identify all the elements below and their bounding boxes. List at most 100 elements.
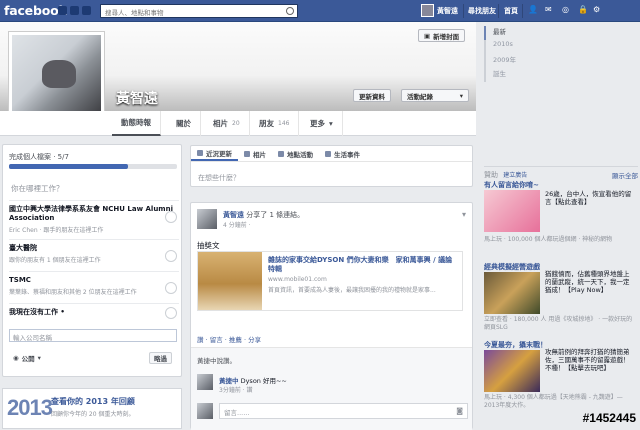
notification-icons	[58, 6, 91, 15]
post-time[interactable]: 4 分鐘前 ·	[223, 220, 251, 229]
privacy-label: 公開	[21, 355, 35, 363]
skip-button[interactable]: 略過	[149, 352, 172, 364]
tab-friends[interactable]: 朋友 146	[250, 111, 300, 136]
tab-label: 相片	[253, 150, 266, 159]
select-radio[interactable]	[165, 282, 177, 294]
ad-like[interactable]: 馬上玩 · 100,000 個人都玩過個網 · 神秘的網物	[484, 236, 638, 244]
comment-input[interactable]: 留言...... ◙	[219, 403, 468, 419]
comment-text: Dyson 好用~~	[240, 377, 287, 385]
show-all-link[interactable]: 顯示全部	[612, 170, 638, 180]
profile-link[interactable]: 黃智遠	[437, 6, 458, 16]
comment: 黃捷中 Dyson 好用~~	[219, 375, 287, 385]
avatar[interactable]	[197, 374, 213, 390]
post-header: 黃智遠 分享了 1 條連結。	[223, 210, 304, 220]
tab-timeline[interactable]: 動態時報	[112, 111, 161, 136]
pencil-icon	[197, 149, 203, 156]
job-title: 國立中興大學法律學系系友會 NCHU Law Alumni Associatio…	[9, 205, 173, 222]
search-input[interactable]: 搜尋人、地點和事物	[100, 4, 298, 18]
job-suggestion[interactable]: 我現在沒有工作 •	[9, 303, 179, 323]
avatar[interactable]	[197, 209, 217, 229]
chevron-down-icon: ▾	[459, 91, 463, 100]
life-event-tab[interactable]: 生活事件	[319, 146, 366, 161]
post-actions[interactable]: 讚 · 留言 · 推薦 · 分享	[197, 334, 261, 344]
tab-photos[interactable]: 相片 20	[204, 111, 250, 136]
completion-progress-bar	[9, 164, 177, 169]
job-suggestion[interactable]: TSMC 葉葉錄、蔡福和朋友和其他 2 位朋友在這裡工作	[9, 271, 179, 301]
job-detail: 跟你的朋友有 1 個朋友在這裡工作	[9, 257, 101, 264]
tab-label: 更多	[310, 119, 325, 128]
ad-title[interactable]: 有人留言給你唷~	[484, 180, 539, 190]
company-name-input[interactable]: 輸入公司名稱	[9, 329, 177, 342]
notifications-icon[interactable]	[82, 6, 91, 15]
ad-image[interactable]	[484, 190, 540, 232]
ad-image[interactable]	[484, 350, 540, 392]
job-suggestion[interactable]: 臺大醫院 跟你的朋友有 1 個朋友在這裡工作	[9, 239, 179, 269]
photo-icon	[244, 150, 250, 157]
create-ad-link[interactable]: 建立廣告	[503, 172, 527, 179]
chevron-down-icon[interactable]: ▾	[462, 210, 466, 219]
globe-icon[interactable]: ◎	[562, 5, 569, 14]
year-item[interactable]: 2009年	[484, 54, 516, 68]
shared-link[interactable]: 雜誌的家事交給DYSON 們你大妻和樂 家和萬事興 / 議論特輯 www.mob…	[197, 251, 463, 311]
year-number: 2013	[7, 395, 53, 420]
avatar[interactable]	[421, 4, 434, 17]
messages-top-icon[interactable]: ✉	[545, 5, 552, 14]
add-cover-button[interactable]: ▣ 新增封面	[418, 29, 466, 42]
year-review-heading[interactable]: 查看你的 2013 年回顧	[51, 396, 135, 407]
tab-label: 地點活動	[287, 150, 313, 159]
tab-about[interactable]: 關於	[167, 111, 201, 136]
composer-input[interactable]: 在想些什麼？	[198, 173, 240, 183]
year-item[interactable]: 誕生	[484, 68, 516, 82]
select-radio[interactable]	[165, 211, 177, 223]
ad-image[interactable]	[484, 272, 540, 314]
year-item[interactable]: 最新	[484, 26, 516, 40]
chevron-down-icon: ▾	[329, 119, 333, 128]
ad-like[interactable]: 立即查看 · 180,000 人 用過《攻城掠地》 · 一款好玩的網頁SLG	[484, 316, 638, 332]
home-link[interactable]: 首頁	[504, 6, 518, 16]
link-description: 首頁資訊，首要成為人妻後，最讓我困擾的我的禮物就是家事...	[268, 287, 436, 294]
camera-icon[interactable]: ◙	[456, 407, 463, 415]
tab-label: 朋友	[259, 119, 274, 128]
activity-log-button[interactable]: 活動紀錄 ▾	[401, 89, 469, 102]
job-suggestion[interactable]: 國立中興大學法律學系系友會 NCHU Law Alumni Associatio…	[9, 200, 179, 238]
post-author[interactable]: 黃智遠	[223, 211, 244, 219]
tab-label: 關於	[176, 119, 191, 128]
place-tab[interactable]: 地點活動	[272, 146, 319, 161]
year-in-review-card[interactable]: 2013 查看你的 2013 年回顧 回顧你今年的 20 個重大時刻。	[2, 388, 182, 429]
comment-meta[interactable]: 3分鐘前 · 讚	[219, 385, 253, 394]
company-placeholder: 輸入公司名稱	[13, 334, 52, 342]
photo-tab[interactable]: 相片	[238, 146, 272, 161]
find-friends-link[interactable]: 尋找朋友	[468, 6, 496, 16]
profile-completion-card: 完成個人檔案 · 5/7 你在哪裡工作？ 國立中興大學法律學系系友會 NCHU …	[2, 144, 182, 377]
select-radio[interactable]	[165, 307, 177, 319]
flag-icon	[325, 150, 331, 157]
select-radio[interactable]	[165, 250, 177, 262]
status-tab[interactable]: 近況更新	[191, 146, 238, 161]
friend-requests-icon[interactable]	[58, 6, 67, 15]
composer-tabs: 近況更新 相片 地點活動 生活事件	[191, 146, 472, 162]
divider	[463, 4, 464, 18]
gear-icon[interactable]: ⚙	[593, 5, 600, 14]
profile-name[interactable]: 黃智遠	[116, 88, 158, 108]
comment-author[interactable]: 黃捷中	[219, 377, 239, 385]
ad-text: 26歲，台中人，恢宣看他的留言【點此查看】	[545, 190, 632, 206]
link-title[interactable]: 雜誌的家事交給DYSON 們你大妻和樂 家和萬事興 / 議論特輯	[268, 256, 458, 274]
ad-title[interactable]: 今夏最夯，攝末戰！	[484, 340, 547, 350]
privacy-selector[interactable]: ◉ 公開 ▾	[9, 352, 45, 364]
update-info-button[interactable]: 更新資料	[353, 89, 391, 102]
profile-tabs: 動態時報 關於 相片 20 朋友 146 更多 ▾	[0, 111, 476, 136]
lock-icon[interactable]: 🔒	[578, 5, 588, 14]
tab-more[interactable]: 更多 ▾	[301, 111, 343, 136]
ad-like[interactable]: 馬上玩 · 4,300 個人都玩過【天地熊霸 - 九魏遊】—2013年度大作。	[484, 394, 638, 410]
messages-icon[interactable]	[70, 6, 79, 15]
ad-title[interactable]: 經典模擬經營遊戲	[484, 262, 540, 272]
year-item[interactable]: 2010s	[484, 40, 516, 54]
tab-label: 相片	[213, 119, 228, 128]
post-action: 分享了 1 條連結。	[246, 211, 305, 219]
job-title: TSMC	[9, 276, 31, 284]
sponsored-label: 贊助	[484, 171, 498, 179]
comments-area: 黃捷中說讚。 黃捷中 Dyson 好用~~ 3分鐘前 · 讚 留言...... …	[191, 347, 472, 430]
friends-icon[interactable]: 👤	[528, 5, 538, 14]
tab-count: 20	[232, 120, 240, 127]
search-icon[interactable]	[286, 7, 294, 15]
